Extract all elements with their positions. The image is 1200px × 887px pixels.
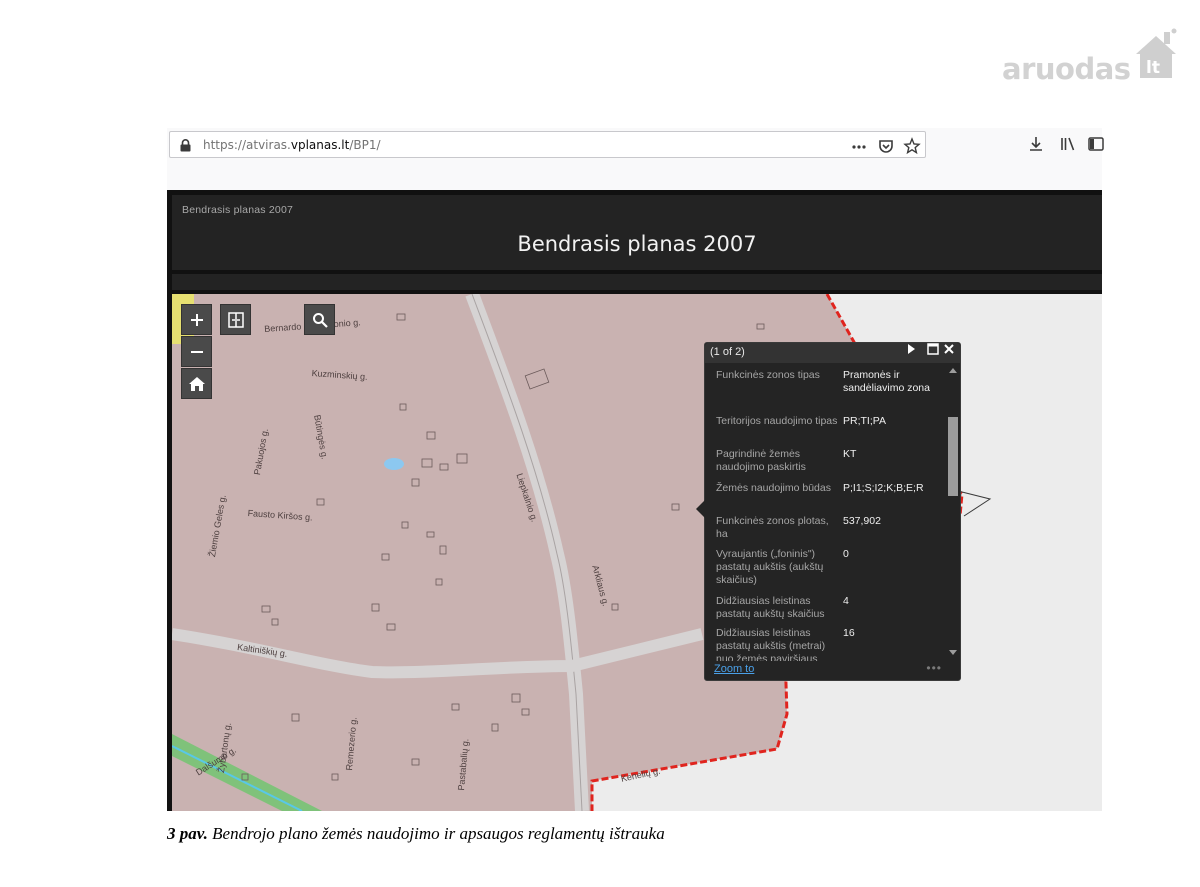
url-text[interactable]: https://atviras.vplanas.lt/BP1/ — [203, 138, 381, 152]
popup-scrollbar[interactable] — [946, 365, 959, 661]
figure-caption: 3 pav. Bendrojo plano žemės naudojimo ir… — [167, 824, 665, 844]
map-view[interactable]: Bernardo Brazdžionio g. Kuzminskių g. Bū… — [172, 294, 1102, 811]
app-header: Bendrasis planas 2007 Bendrasis planas 2… — [172, 195, 1102, 270]
popup-attributes: Funkcinės zonos tipas Pramonės ir sandėl… — [705, 365, 945, 661]
aruodas-logo: aruodas lt — [1002, 28, 1182, 86]
attribute-key: Vyraujantis („foninis") pastatų aukštis … — [716, 548, 824, 586]
caption-text: Bendrojo plano žemės naudojimo ir apsaug… — [212, 824, 665, 843]
split-icon — [227, 311, 244, 328]
attribute-key: Pagrindinė žemės naudojimo paskirtis — [716, 448, 806, 473]
attribute-value: P;I1;S;I2;K;B;E;R — [843, 482, 924, 494]
attribute-key: Funkcinės zonos plotas, ha — [716, 515, 829, 540]
pocket-icon[interactable] — [877, 137, 895, 155]
logo-house-icon: lt — [1136, 28, 1177, 78]
attribute-key: Didžiausias leistinas pastatų aukštų ska… — [716, 595, 825, 620]
attribute-key: Žemės naudojimo būdas — [716, 482, 831, 494]
home-button[interactable] — [181, 368, 212, 399]
page-title: Bendrasis planas 2007 — [517, 232, 757, 256]
popup-feature-count: (1 of 2) — [710, 346, 745, 358]
scroll-up-icon[interactable] — [949, 368, 957, 373]
logo-text: aruodas — [1002, 52, 1131, 86]
popup-pointer — [696, 500, 705, 518]
attribute-value: 4 — [843, 595, 849, 607]
maximize-icon[interactable] — [927, 343, 939, 355]
popup-header: (1 of 2) — [705, 343, 960, 363]
attribute-value: KT — [843, 448, 857, 460]
main-road — [465, 294, 589, 811]
browser-toolbar: https://atviras.vplanas.lt/BP1/ — [167, 128, 1105, 190]
attribute-value: PR;TI;PA — [843, 415, 886, 427]
lock-icon — [180, 139, 191, 152]
attribute-key: Didžiausias leistinas pastatų aukštis (m… — [716, 627, 826, 661]
attribute-value: 0 — [843, 548, 849, 560]
scroll-down-icon[interactable] — [949, 650, 957, 655]
map-app: Bendrasis planas 2007 Bendrasis planas 2… — [167, 190, 1102, 811]
star-icon[interactable] — [903, 137, 921, 155]
attribute-value: Pramonės ir sandėliavimo zona — [843, 369, 930, 394]
close-icon[interactable] — [943, 343, 955, 355]
pond — [384, 458, 404, 470]
url-bar[interactable]: https://atviras.vplanas.lt/BP1/ — [169, 131, 926, 158]
stream — [172, 745, 303, 811]
attribute-value: 537,902 — [843, 515, 881, 527]
attribute-value: 16 — [843, 627, 855, 639]
download-icon[interactable] — [1027, 135, 1045, 153]
green-strip — [172, 734, 322, 811]
search-button[interactable] — [304, 304, 335, 335]
logo-tld: lt — [1146, 58, 1160, 78]
zoom-out-icon — [190, 350, 203, 353]
next-feature-icon[interactable] — [905, 343, 917, 355]
popup-footer: Zoom to ••• — [705, 661, 960, 681]
more-icon[interactable] — [850, 137, 868, 155]
zoom-in-icon — [190, 313, 203, 326]
attribute-key: Funkcinės zonos tipas — [716, 369, 820, 381]
header-subtitle: Bendrasis planas 2007 — [182, 204, 294, 216]
main-road-centerline — [471, 294, 583, 811]
library-icon[interactable] — [1059, 135, 1077, 153]
attribute-key: Teritorijos naudojimo tipas — [716, 415, 838, 427]
split-view-button[interactable] — [220, 304, 251, 335]
feature-popup[interactable]: (1 of 2) Funkcinės zonos tipas Pramonės … — [696, 342, 961, 681]
header-subbar — [172, 274, 1102, 290]
search-icon — [312, 312, 328, 328]
sidebar-icon[interactable] — [1087, 135, 1105, 153]
zoom-in-button[interactable] — [181, 304, 212, 335]
zoom-out-button[interactable] — [181, 336, 212, 367]
home-icon — [188, 376, 205, 391]
caption-label: 3 pav. — [167, 824, 208, 843]
scrollbar-thumb[interactable] — [948, 417, 958, 496]
zoom-to-link[interactable]: Zoom to — [714, 663, 754, 675]
more-actions-icon[interactable]: ••• — [926, 661, 942, 675]
